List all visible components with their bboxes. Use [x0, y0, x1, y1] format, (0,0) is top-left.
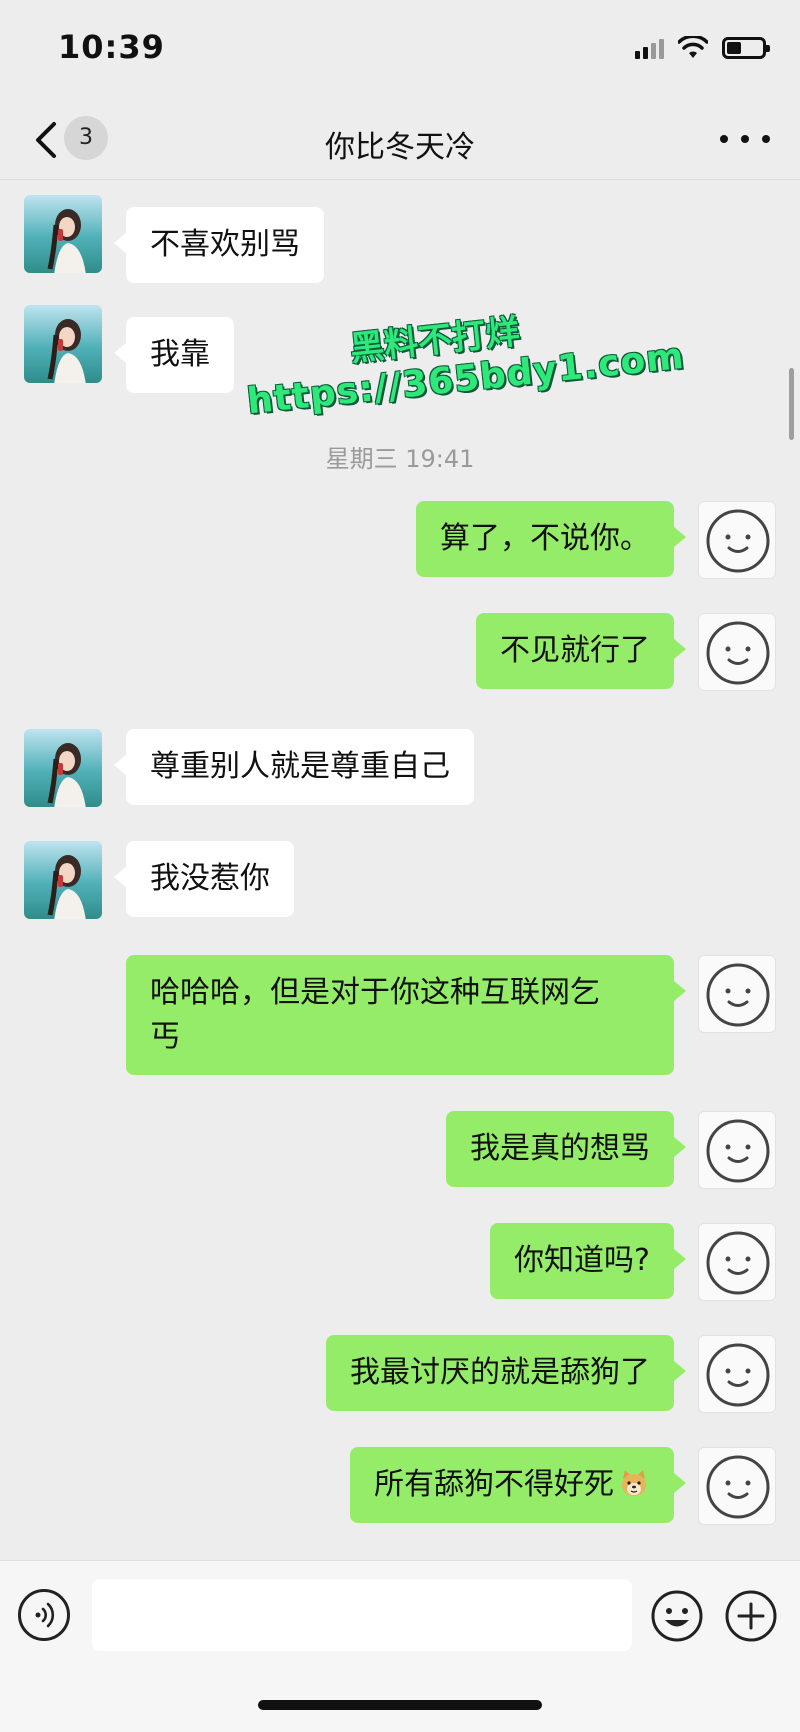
contact-avatar[interactable] — [24, 729, 102, 807]
received-message-bubble[interactable]: 我靠 — [114, 317, 234, 393]
more-dots-icon[interactable] — [720, 124, 770, 154]
message-text: 不见就行了 — [500, 633, 650, 668]
message-text: 尊重别人就是尊重自己 — [150, 749, 450, 784]
contact-avatar[interactable] — [24, 305, 102, 383]
sent-message-bubble[interactable]: 你知道吗? — [490, 1223, 686, 1299]
message-text: 我最讨厌的就是舔狗了 — [350, 1355, 650, 1390]
site-watermark: 黑料不打烊 https://365bdy1.com — [240, 289, 686, 423]
wifi-icon — [678, 36, 708, 58]
received-message-bubble[interactable]: 不喜欢别骂 — [114, 207, 324, 283]
status-icons — [635, 36, 770, 60]
message-text: 我靠 — [150, 337, 210, 372]
chat-title: 你比冬天冷 — [325, 130, 475, 165]
sent-message-bubble[interactable]: 所有舔狗不得好死 — [350, 1447, 686, 1523]
message-timestamp: 星期三 19:41 — [325, 445, 475, 473]
message-input[interactable] — [92, 1579, 632, 1651]
battery-icon — [722, 37, 770, 59]
doge-emoji-icon — [622, 1470, 646, 1496]
message-text: 我是真的想骂 — [470, 1131, 650, 1166]
message-list[interactable]: 星期三 19:41 不喜欢别骂 我靠 算了，不说你。 不见就行了 尊重别人就是尊… — [0, 181, 800, 1559]
sent-message-bubble[interactable]: 我是真的想骂 — [446, 1111, 686, 1187]
message-text: 我没惹你 — [150, 861, 270, 896]
contact-avatar[interactable] — [24, 195, 102, 273]
status-time: 10:39 — [58, 28, 165, 66]
message-text: 算了，不说你。 — [440, 521, 650, 556]
plus-circle-icon[interactable] — [724, 1589, 778, 1643]
my-avatar[interactable] — [698, 1335, 776, 1413]
smiley-icon[interactable] — [650, 1589, 704, 1643]
received-message-bubble[interactable]: 我没惹你 — [114, 841, 294, 917]
message-text: 不喜欢别骂 — [150, 227, 300, 262]
my-avatar[interactable] — [698, 1447, 776, 1525]
my-avatar[interactable] — [698, 1223, 776, 1301]
message-text: 所有舔狗不得好死 — [374, 1467, 614, 1502]
contact-avatar[interactable] — [24, 841, 102, 919]
message-text-line2: 丐 — [150, 1019, 180, 1054]
sent-message-bubble[interactable]: 我最讨厌的就是舔狗了 — [326, 1335, 686, 1411]
home-indicator[interactable] — [258, 1700, 542, 1710]
message-text: 你知道吗? — [514, 1243, 650, 1278]
sent-message-bubble[interactable]: 算了，不说你。 — [416, 501, 686, 577]
battery-fill — [727, 42, 741, 54]
sent-message-bubble[interactable]: 不见就行了 — [476, 613, 686, 689]
my-avatar[interactable] — [698, 613, 776, 691]
status-bar: 10:39 — [0, 0, 800, 100]
sent-message-bubble[interactable]: 哈哈哈，但是对于你这种互联网乞 丐 — [126, 955, 686, 1075]
chat-screen: 10:39 3 你比冬天冷 星期三 19:41 不喜欢别骂 我靠 算了，不说你。… — [0, 0, 800, 1732]
voice-icon[interactable] — [18, 1589, 70, 1641]
my-avatar[interactable] — [698, 1111, 776, 1189]
my-avatar[interactable] — [698, 501, 776, 579]
received-message-bubble[interactable]: 尊重别人就是尊重自己 — [114, 729, 474, 805]
scrollbar[interactable] — [789, 368, 794, 440]
message-text: 哈哈哈，但是对于你这种互联网乞 — [150, 975, 600, 1010]
cellular-signal-icon — [635, 37, 664, 59]
my-avatar[interactable] — [698, 955, 776, 1033]
